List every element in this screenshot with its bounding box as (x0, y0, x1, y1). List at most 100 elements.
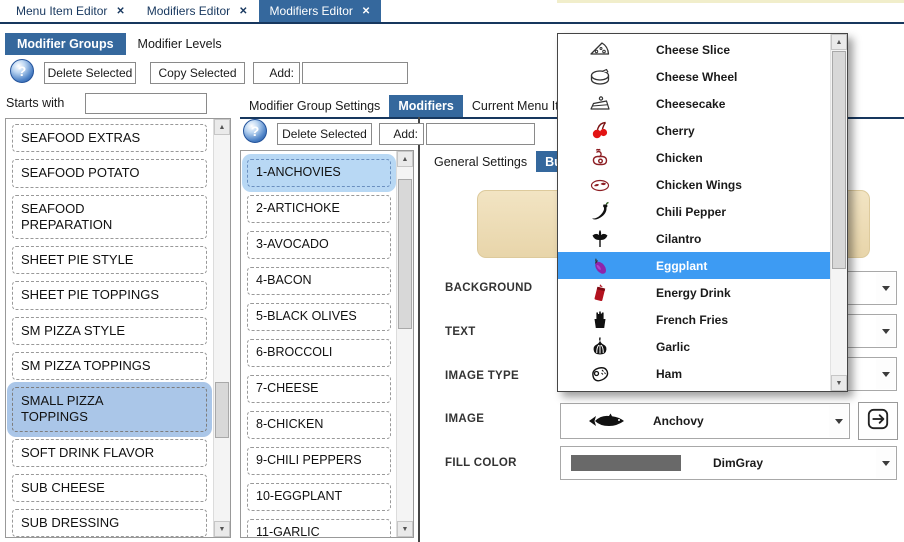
modifier-item-3-avocado[interactable]: 3-AVOCADO (247, 231, 391, 259)
dropdown-item-label: Chicken (656, 151, 703, 165)
modifier-item-6-broccoli[interactable]: 6-BROCCOLI (247, 339, 391, 367)
modifier-item-2-artichoke[interactable]: 2-ARTICHOKE (247, 195, 391, 223)
dropdown-item-hamburger[interactable]: Hamburger (558, 387, 847, 391)
dropdown-item-label: Cilantro (656, 232, 701, 246)
detail-tab-modifier-group-settings[interactable]: Modifier Group Settings (240, 95, 389, 117)
group-item-seafood-preparation[interactable]: SEAFOOD PREPARATION (12, 195, 207, 240)
dropdown-item-cheese-wheel[interactable]: Cheese Wheel (558, 63, 847, 90)
scrollbar-thumb[interactable] (398, 179, 412, 329)
scroll-up-icon[interactable]: ▲ (214, 119, 230, 135)
close-tab-icon[interactable]: ✕ (239, 6, 247, 17)
dropdown-item-chili-pepper[interactable]: Chili Pepper (558, 198, 847, 225)
editor-tab-label: Modifiers Editor (270, 4, 353, 18)
dropdown-item-cilantro[interactable]: Cilantro (558, 225, 847, 252)
chevron-down-icon[interactable] (876, 273, 895, 303)
copy-selected-group-button[interactable]: Copy Selected (150, 62, 245, 84)
dropdown-item-garlic[interactable]: Garlic (558, 333, 847, 360)
modifier-item-label: 10-EGGPLANT (256, 489, 342, 505)
modifier-item-label: 1-ANCHOVIES (256, 165, 341, 181)
panel-divider (418, 117, 420, 542)
scroll-down-icon[interactable]: ▼ (397, 521, 413, 537)
help-icon[interactable]: ? (10, 59, 34, 83)
group-item-soft-drink-flavor[interactable]: SOFT DRINK FLAVOR (12, 439, 207, 467)
add-modifier-input[interactable] (426, 123, 535, 145)
dropdown-item-cherry[interactable]: Cherry (558, 117, 847, 144)
chevron-down-icon[interactable] (876, 448, 895, 478)
modifier-item-label: 5-BLACK OLIVES (256, 309, 357, 325)
group-item-small-pizza-toppings[interactable]: SMALL PIZZA TOPPINGS (12, 387, 207, 432)
detail-tab-label: Modifiers (398, 99, 454, 113)
modifier-item-5-black-olives[interactable]: 5-BLACK OLIVES (247, 303, 391, 331)
group-item-seafood-potato[interactable]: SEAFOOD POTATO (12, 159, 207, 187)
group-tab-modifier-groups[interactable]: Modifier Groups (5, 33, 126, 55)
modifier-item-8-chicken[interactable]: 8-CHICKEN (247, 411, 391, 439)
arrow-right-icon (865, 406, 891, 437)
dropdown-item-label: Cheesecake (656, 97, 725, 111)
group-item-label: SUB CHEESE (21, 480, 105, 496)
dropdown-scrollbar[interactable]: ▲ ▼ (830, 34, 847, 391)
dropdown-item-chicken-wings[interactable]: Chicken Wings (558, 171, 847, 198)
chevron-down-icon[interactable] (876, 359, 895, 389)
help-icon[interactable]: ? (243, 119, 267, 143)
scrollbar-thumb[interactable] (215, 382, 229, 438)
group-list-scrollbar[interactable]: ▲ ▼ (213, 119, 230, 537)
editor-tab-modifiers-editor[interactable]: Modifiers Editor ✕ (136, 0, 259, 22)
button-tab-general-settings[interactable]: General Settings (425, 151, 536, 172)
modifier-item-7-cheese[interactable]: 7-CHEESE (247, 375, 391, 403)
scroll-down-icon[interactable]: ▼ (214, 521, 230, 537)
dropdown-item-ham[interactable]: Ham (558, 360, 847, 387)
modifier-list: 1-ANCHOVIES 2-ARTICHOKE 3-AVOCADO 4-BACO… (240, 150, 414, 538)
group-item-sm-pizza-toppings[interactable]: SM PIZZA TOPPINGS (12, 352, 207, 380)
editor-tab-label: Modifiers Editor (147, 4, 230, 18)
group-tab-modifier-levels[interactable]: Modifier Levels (126, 33, 234, 55)
image-select[interactable]: Anchovy (560, 403, 850, 439)
group-item-sheet-pie-toppings[interactable]: SHEET PIE TOPPINGS (12, 281, 207, 309)
dropdown-item-label: French Fries (656, 313, 728, 327)
modifier-item-label: 9-CHILI PEPPERS (256, 453, 362, 469)
chevron-down-icon[interactable] (876, 316, 895, 346)
modifier-item-4-bacon[interactable]: 4-BACON (247, 267, 391, 295)
group-item-sub-dressing[interactable]: SUB DRESSING (12, 509, 207, 537)
french-fries-icon (588, 308, 612, 332)
button-tab-label: General Settings (434, 155, 527, 169)
modifier-item-1-anchovies[interactable]: 1-ANCHOVIES (247, 159, 391, 187)
delete-selected-modifier-button[interactable]: Delete Selected (277, 123, 372, 145)
background-label: BACKGROUND (445, 282, 532, 294)
delete-selected-group-button[interactable]: Delete Selected (44, 62, 136, 84)
close-tab-icon[interactable]: ✕ (362, 6, 370, 17)
editor-tab-bar: Menu Item Editor ✕ Modifiers Editor ✕ Mo… (0, 0, 381, 22)
group-item-sm-pizza-style[interactable]: SM PIZZA STYLE (12, 317, 207, 345)
modifier-item-10-eggplant[interactable]: 10-EGGPLANT (247, 483, 391, 511)
add-group-input[interactable] (302, 62, 408, 84)
group-item-sub-cheese[interactable]: SUB CHEESE (12, 474, 207, 502)
text-label: TEXT (445, 326, 476, 338)
dropdown-item-cheese-slice[interactable]: Cheese Slice (558, 36, 847, 63)
modifier-item-11-garlic[interactable]: 11-GARLIC (247, 519, 391, 537)
dropdown-item-eggplant[interactable]: Eggplant (558, 252, 847, 279)
dropdown-item-french-fries[interactable]: French Fries (558, 306, 847, 333)
modifier-list-scrollbar[interactable]: ▲ ▼ (396, 151, 413, 537)
fill-color-select[interactable]: DimGray (560, 446, 897, 480)
modifier-item-9-chili-peppers[interactable]: 9-CHILI PEPPERS (247, 447, 391, 475)
editor-tab-modifiers-editor[interactable]: Modifiers Editor ✕ (259, 0, 382, 22)
group-item-sheet-pie-style[interactable]: SHEET PIE STYLE (12, 246, 207, 274)
apply-image-button[interactable] (858, 402, 898, 440)
dimgray-color-swatch (571, 455, 681, 471)
modifiers-editor-window: Menu Item Editor ✕ Modifiers Editor ✕ Mo… (0, 0, 904, 542)
chevron-down-icon[interactable] (829, 405, 848, 437)
detail-tab-modifiers[interactable]: Modifiers (389, 95, 463, 117)
editor-tab-menu-item-editor[interactable]: Menu Item Editor ✕ (5, 0, 136, 22)
close-tab-icon[interactable]: ✕ (116, 6, 124, 17)
dropdown-item-label: Chili Pepper (656, 205, 726, 219)
detail-tab-label: Modifier Group Settings (249, 99, 380, 113)
scroll-up-icon[interactable]: ▲ (831, 34, 847, 50)
dropdown-item-cheesecake[interactable]: Cheesecake (558, 90, 847, 117)
scroll-down-icon[interactable]: ▼ (831, 375, 847, 391)
group-item-label: SEAFOOD POTATO (21, 165, 139, 181)
group-item-seafood-extras[interactable]: SEAFOOD EXTRAS (12, 124, 207, 152)
dropdown-item-chicken[interactable]: Chicken (558, 144, 847, 171)
scrollbar-thumb[interactable] (832, 51, 846, 269)
scroll-up-icon[interactable]: ▲ (397, 151, 413, 167)
dropdown-item-energy-drink[interactable]: Energy Drink (558, 279, 847, 306)
starts-with-input[interactable] (85, 93, 207, 114)
